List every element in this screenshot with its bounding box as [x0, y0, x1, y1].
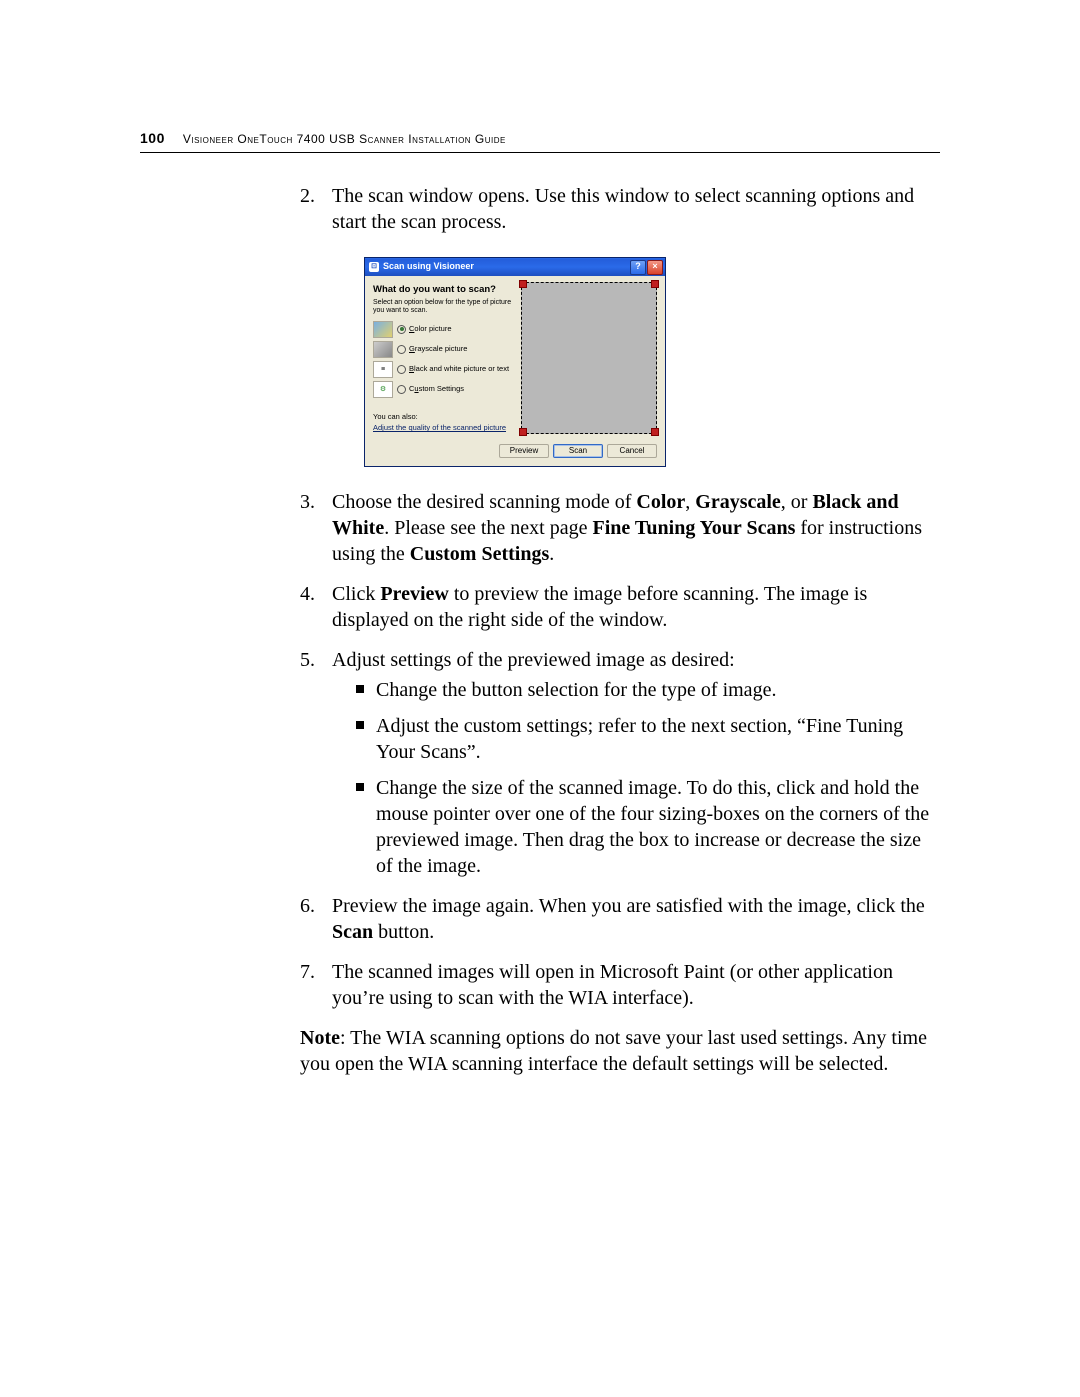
bw-thumb-icon: ≡ — [373, 361, 393, 378]
step-text: Preview the image again. When you are sa… — [332, 895, 925, 943]
step-number: 2. — [300, 183, 315, 209]
step-4: 4. Click Preview to preview the image be… — [300, 581, 940, 633]
step-text: Choose the desired scanning mode of Colo… — [332, 491, 922, 565]
page-header: 100 Visioneer OneTouch 7400 USB Scanner … — [140, 130, 940, 153]
radio-custom[interactable] — [397, 385, 406, 394]
dialog-titlebar: ⊡ Scan using Visioneer ? × — [365, 258, 665, 276]
radio-bw[interactable] — [397, 365, 406, 374]
option-grayscale[interactable]: Grayscale picture — [373, 341, 513, 358]
bullet-item: Change the button selection for the type… — [356, 677, 940, 703]
step-3: 3. Choose the desired scanning mode of C… — [300, 489, 940, 567]
custom-thumb-icon: ⚙ — [373, 381, 393, 398]
option-custom[interactable]: ⚙ Custom Settings — [373, 381, 513, 398]
page-number: 100 — [140, 130, 165, 146]
step-number: 4. — [300, 581, 315, 607]
color-thumb-icon — [373, 321, 393, 338]
step-text: Adjust settings of the previewed image a… — [332, 649, 735, 671]
close-button[interactable]: × — [647, 260, 663, 275]
page-content: 2. The scan window opens. Use this windo… — [300, 183, 940, 1077]
gray-thumb-icon — [373, 341, 393, 358]
step-7: 7. The scanned images will open in Micro… — [300, 959, 940, 1011]
radio-color[interactable] — [397, 325, 406, 334]
step-number: 5. — [300, 647, 315, 673]
step-number: 3. — [300, 489, 315, 515]
note-paragraph: Note: The WIA scanning options do not sa… — [300, 1025, 940, 1077]
step-number: 7. — [300, 959, 315, 985]
resize-handle-br[interactable] — [651, 428, 659, 436]
option-color[interactable]: CColor pictureolor picture — [373, 321, 513, 338]
adjust-quality-link[interactable]: Adjust the quality of the scanned pictur… — [373, 423, 513, 433]
resize-handle-bl[interactable] — [519, 428, 527, 436]
opt-gray-label: Grayscale picture — [409, 344, 467, 354]
preview-pane[interactable] — [521, 282, 657, 434]
step-text: The scan window opens. Use this window t… — [332, 185, 914, 233]
scan-button[interactable]: Scan — [553, 444, 603, 458]
youcan-label: You can also: — [373, 412, 513, 422]
step-6: 6. Preview the image again. When you are… — [300, 893, 940, 945]
opt-bw-label: Black and white picture or text — [409, 364, 509, 374]
help-button[interactable]: ? — [630, 260, 646, 275]
app-icon: ⊡ — [369, 262, 379, 272]
dialog-question: What do you want to scan? — [373, 284, 513, 296]
step-text: Click Preview to preview the image befor… — [332, 583, 867, 631]
opt-custom-label: Custom Settings — [409, 384, 464, 394]
option-bw[interactable]: ≡ Black and white picture or text — [373, 361, 513, 378]
dialog-title: Scan using Visioneer — [383, 261, 474, 273]
cancel-button[interactable]: Cancel — [607, 444, 657, 458]
step-number: 6. — [300, 893, 315, 919]
dialog-instruction: Select an option below for the type of p… — [373, 299, 513, 314]
resize-handle-tr[interactable] — [651, 280, 659, 288]
radio-grayscale[interactable] — [397, 345, 406, 354]
step-2: 2. The scan window opens. Use this windo… — [300, 183, 940, 467]
bullet-item: Adjust the custom settings; refer to the… — [356, 713, 940, 765]
preview-button[interactable]: Preview — [499, 444, 549, 458]
header-title: Visioneer OneTouch 7400 USB Scanner Inst… — [183, 132, 506, 146]
step-text: The scanned images will open in Microsof… — [332, 961, 893, 1009]
step-5: 5. Adjust settings of the previewed imag… — [300, 647, 940, 879]
xp-dialog-window: ⊡ Scan using Visioneer ? × What do you w… — [364, 257, 666, 467]
scan-dialog-figure: ⊡ Scan using Visioneer ? × What do you w… — [364, 257, 940, 467]
bullet-item: Change the size of the scanned image. To… — [356, 775, 940, 879]
resize-handle-tl[interactable] — [519, 280, 527, 288]
